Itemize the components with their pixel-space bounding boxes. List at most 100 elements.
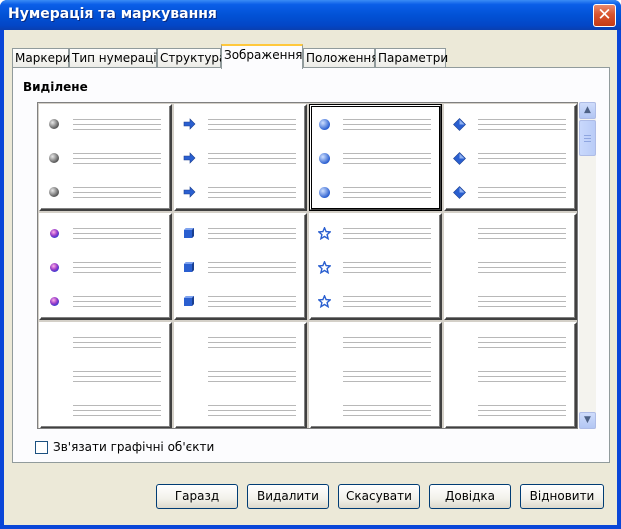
preview-text-line: [478, 129, 566, 130]
preview-text-line: [208, 267, 296, 268]
blue-star-bullet-icon: [317, 226, 331, 240]
thumb-grip: [584, 141, 591, 142]
blue-star-bullet-icon: [317, 294, 331, 308]
scroll-thumb[interactable]: [579, 120, 596, 156]
dialog-window: Нумерація та маркування ✕ Маркери Тип ну…: [0, 0, 621, 529]
gallery-scrollbar[interactable]: ▲ ▼: [579, 102, 596, 429]
gallery-item-empty[interactable]: [174, 322, 307, 428]
preview-text-line: [343, 337, 431, 338]
preview-text-line: [343, 233, 431, 234]
cancel-button-label: Скасувати: [346, 489, 412, 503]
preview-text-line: [478, 347, 566, 348]
preview-text-line: [343, 267, 431, 268]
blue-cube-bullet-icon: [182, 294, 196, 308]
preview-text-line: [73, 197, 161, 198]
gallery-item[interactable]: [174, 104, 307, 211]
preview-text-line: [73, 124, 161, 125]
help-button[interactable]: Довідка: [429, 484, 511, 509]
blue-star-bullet-icon: [317, 260, 331, 274]
preview-text-line: [478, 163, 566, 164]
bullet-image-gallery: [37, 102, 578, 429]
blue-diamond-bullet-icon: [452, 185, 466, 199]
preview-text-line: [73, 192, 161, 193]
tab-label: Структура: [160, 51, 227, 65]
preview-text-line: [73, 371, 161, 372]
preview-text-line: [208, 197, 296, 198]
tab-label: Зображення: [224, 48, 303, 62]
tab-label: Параметри: [378, 51, 449, 65]
preview-text-line: [73, 337, 161, 338]
gallery-item[interactable]: [309, 104, 442, 211]
tab-images[interactable]: Зображення: [221, 44, 303, 69]
preview-text-line: [208, 192, 296, 193]
tab-position[interactable]: Положення: [303, 48, 378, 68]
blue-sphere-bullet-icon: [317, 185, 331, 199]
preview-text-line: [73, 415, 161, 416]
preview-text-line: [343, 272, 431, 273]
preview-text-line: [73, 262, 161, 263]
section-label-selection: Виділене: [23, 80, 88, 94]
preview-text-line: [73, 376, 161, 377]
tab-outline[interactable]: Структура: [157, 48, 226, 68]
gallery-item[interactable]: [39, 213, 172, 320]
preview-text-line: [478, 233, 566, 234]
preview-text-line: [208, 301, 296, 302]
preview-text-line: [343, 187, 431, 188]
preview-text-line: [343, 228, 431, 229]
preview-text-line: [208, 347, 296, 348]
tab-options[interactable]: Параметри: [375, 48, 449, 68]
blue-diamond-bullet-icon: [452, 151, 466, 165]
delete-button[interactable]: Видалити: [247, 484, 329, 509]
preview-text-line: [73, 272, 161, 273]
preview-text-line: [478, 228, 566, 229]
scroll-down-button[interactable]: ▼: [579, 412, 596, 429]
gallery-item[interactable]: [444, 104, 577, 211]
gallery-item-empty[interactable]: [444, 213, 577, 320]
preview-text-line: [208, 119, 296, 120]
preview-text-line: [478, 192, 566, 193]
preview-text-line: [343, 405, 431, 406]
blue-diamond-bullet-icon: [452, 117, 466, 131]
close-icon: ✕: [597, 5, 612, 25]
preview-text-line: [208, 337, 296, 338]
tab-markers[interactable]: Маркери: [12, 48, 70, 68]
purple-gem-bullet-icon: [47, 226, 61, 240]
dialog-body: Маркери Тип нумерації Структура Зображен…: [4, 30, 617, 525]
scroll-up-button[interactable]: ▲: [579, 102, 596, 119]
preview-text-line: [343, 197, 431, 198]
link-graphics-label[interactable]: Зв'язати графічні об'єкти: [53, 440, 214, 454]
dialog-title: Нумерація та маркування: [8, 6, 217, 22]
close-button[interactable]: ✕: [593, 4, 616, 27]
blue-cube-bullet-icon: [182, 260, 196, 274]
cancel-button[interactable]: Скасувати: [338, 484, 420, 509]
gallery-item-empty[interactable]: [444, 322, 577, 428]
gallery-item-empty[interactable]: [309, 322, 442, 428]
preview-text-line: [478, 296, 566, 297]
gallery-item-empty[interactable]: [39, 322, 172, 428]
preview-text-line: [478, 301, 566, 302]
reset-button[interactable]: Відновити: [520, 484, 604, 509]
preview-text-line: [478, 405, 566, 406]
title-bar[interactable]: Нумерація та маркування ✕: [0, 0, 621, 30]
preview-text-line: [73, 238, 161, 239]
blue-sphere-bullet-icon: [317, 151, 331, 165]
purple-gem-bullet-icon: [47, 260, 61, 274]
preview-text-line: [478, 337, 566, 338]
preview-text-line: [343, 381, 431, 382]
tab-numbering-type[interactable]: Тип нумерації: [69, 48, 160, 68]
preview-text-line: [208, 153, 296, 154]
gallery-item[interactable]: [39, 104, 172, 211]
preview-text-line: [478, 381, 566, 382]
gallery-item[interactable]: [174, 213, 307, 320]
preview-text-line: [343, 163, 431, 164]
link-graphics-checkbox[interactable]: [35, 441, 48, 454]
gallery-item[interactable]: [309, 213, 442, 320]
reset-button-label: Відновити: [529, 489, 595, 503]
tab-label: Тип нумерації: [72, 51, 160, 65]
preview-text-line: [343, 124, 431, 125]
preview-text-line: [478, 267, 566, 268]
delete-button-label: Видалити: [257, 489, 319, 503]
ok-button[interactable]: Гаразд: [156, 484, 238, 509]
thumb-grip: [584, 138, 591, 139]
preview-text-line: [478, 124, 566, 125]
